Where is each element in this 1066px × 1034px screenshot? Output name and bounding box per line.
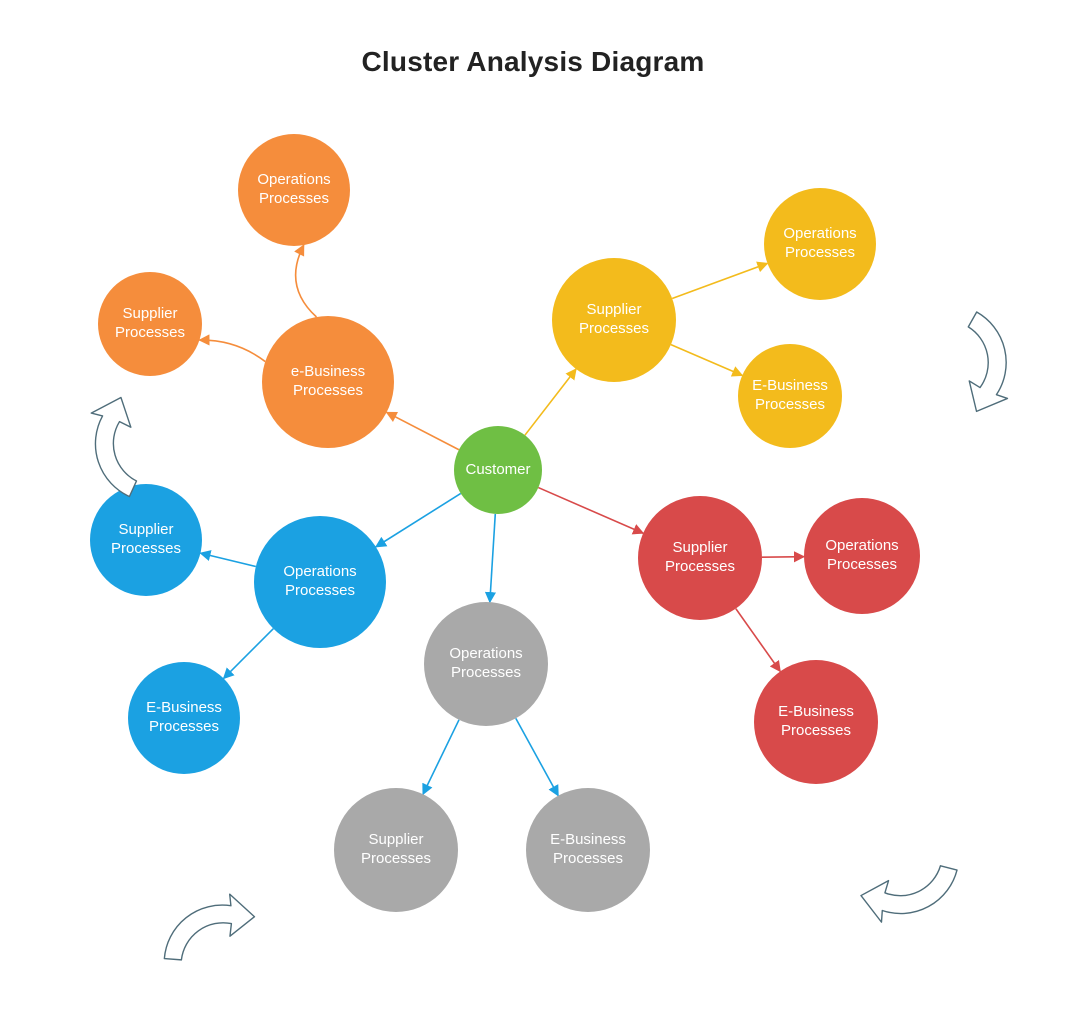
node-orange_sup: Supplier Processes (98, 272, 202, 376)
edge-yellow_main-yellow_ops (672, 263, 767, 298)
node-label: E-Business Processes (760, 703, 872, 741)
edge-center-red_main (538, 488, 643, 534)
node-label: Operations Processes (430, 645, 542, 683)
node-label: Supplier Processes (96, 521, 196, 559)
diagram-title: Cluster Analysis Diagram (0, 46, 1066, 78)
edge-red_main-red_ebiz (736, 609, 780, 672)
edge-orange_main-orange_sup (199, 340, 265, 361)
node-red_ops: Operations Processes (804, 498, 920, 614)
curved-arrow-icon (905, 283, 1056, 435)
node-label: Operations Processes (810, 537, 914, 575)
diagram-canvas: { "title": "Cluster Analysis Diagram", "… (0, 0, 1066, 1034)
node-gray_ebiz: E-Business Processes (526, 788, 650, 912)
edge-center-orange_main (387, 412, 459, 449)
edge-gray_main-gray_ebiz (516, 718, 558, 795)
node-red_ebiz: E-Business Processes (754, 660, 878, 784)
node-red_main: Supplier Processes (638, 496, 762, 620)
curved-arrow-icon (136, 862, 275, 1008)
node-label: Operations Processes (770, 225, 870, 263)
edge-gray_main-gray_sup (423, 720, 459, 794)
node-label: Supplier Processes (558, 301, 670, 339)
node-label: Supplier Processes (340, 831, 452, 869)
node-label: Customer (465, 461, 530, 480)
node-orange_main: e-Business Processes (262, 316, 394, 448)
edge-blue_main-blue_ebiz (224, 629, 274, 679)
edge-center-gray_main (490, 514, 495, 602)
node-label: Operations Processes (244, 171, 344, 209)
edge-center-yellow_main (525, 369, 576, 435)
node-gray_main: Operations Processes (424, 602, 548, 726)
node-center: Customer (454, 426, 542, 514)
node-label: Supplier Processes (104, 305, 196, 343)
edge-yellow_main-yellow_ebiz (671, 345, 742, 376)
node-yellow_main: Supplier Processes (552, 258, 676, 382)
node-yellow_ops: Operations Processes (764, 188, 876, 300)
node-label: e-Business Processes (268, 363, 388, 401)
node-orange_ops: Operations Processes (238, 134, 350, 246)
edge-red_main-red_ops (762, 557, 804, 558)
edge-orange_main-orange_ops (296, 245, 317, 317)
edge-blue_main-blue_sup (200, 553, 255, 566)
node-gray_sup: Supplier Processes (334, 788, 458, 912)
edge-center-blue_main (376, 493, 461, 546)
node-label: E-Business Processes (532, 831, 644, 869)
node-label: Operations Processes (260, 563, 380, 601)
node-blue_main: Operations Processes (254, 516, 386, 648)
node-yellow_ebiz: E-Business Processes (738, 344, 842, 448)
node-label: Supplier Processes (644, 539, 756, 577)
node-label: E-Business Processes (134, 699, 234, 737)
node-blue_ebiz: E-Business Processes (128, 662, 240, 774)
node-label: E-Business Processes (744, 377, 836, 415)
curved-arrow-icon (838, 810, 986, 962)
